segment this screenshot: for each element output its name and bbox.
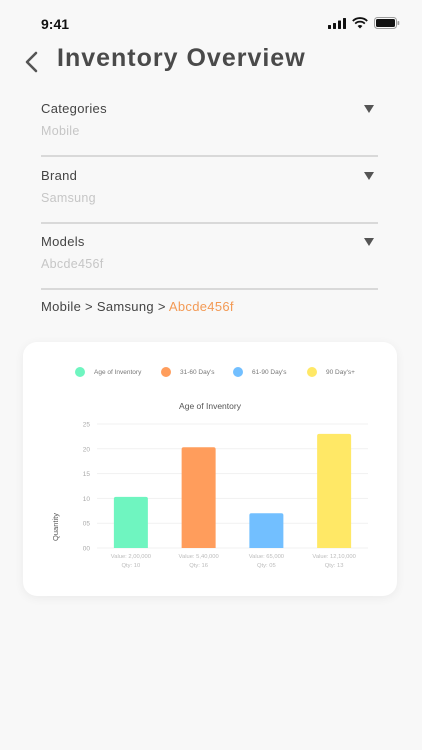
dropdown-arrow-icon: [364, 105, 374, 113]
y-tick-label: 05: [83, 521, 91, 528]
models-value: Abcde456f: [41, 257, 104, 271]
chart-card: Age of Inventory 31-60 Day's 61-90 Day's…: [23, 342, 397, 596]
models-label: Models: [41, 234, 85, 249]
status-time: 9:41: [41, 16, 70, 32]
bar-value-label: Value: 12,10,000: [312, 554, 355, 560]
bar[interactable]: [317, 433, 352, 548]
brand-dropdown[interactable]: Brand Samsung: [41, 168, 378, 224]
categories-label: Categories: [41, 101, 107, 116]
breadcrumb-separator: >: [85, 299, 93, 314]
header: Inventory Overview: [0, 40, 422, 84]
cellular-signal-icon: [328, 17, 346, 29]
back-button[interactable]: [20, 46, 48, 78]
breadcrumb: Mobile > Samsung > Abcde456f: [41, 299, 234, 314]
y-tick-label: 10: [83, 496, 91, 503]
y-tick-label: 20: [83, 446, 91, 453]
dropdown-arrow-icon: [364, 238, 374, 246]
breadcrumb-item-mobile[interactable]: Mobile: [41, 299, 81, 314]
bar-value-label: Value: 5,40,000: [179, 554, 219, 560]
status-bar: 9:41: [0, 0, 422, 44]
breadcrumb-separator: >: [157, 299, 166, 314]
bar-qty-label: Qty: 10: [122, 563, 141, 569]
breadcrumb-item-samsung[interactable]: Samsung: [97, 299, 154, 314]
bar-value-label: Value: 65,000: [249, 554, 284, 560]
bar-qty-label: Qty: 13: [325, 563, 344, 569]
bar[interactable]: [249, 513, 284, 548]
bar-value-label: Value: 2,00,000: [111, 554, 151, 560]
bar[interactable]: [181, 447, 216, 548]
breadcrumb-item-active[interactable]: Abcde456f: [169, 299, 234, 314]
y-tick-label: 00: [83, 546, 91, 553]
bar-chart: Age of Inventory Quantity 00 05 10 15 20 25 Va…: [51, 401, 368, 569]
chart-title: Age of Inventory: [179, 401, 242, 411]
bar-qty-label: Qty: 05: [257, 563, 276, 569]
chevron-left-icon: [25, 51, 38, 73]
page-title: Inventory Overview: [57, 44, 306, 72]
categories-dropdown[interactable]: Categories Mobile: [41, 101, 378, 157]
models-dropdown[interactable]: Models Abcde456f: [41, 234, 378, 290]
categories-value: Mobile: [41, 124, 80, 138]
battery-icon: [374, 17, 400, 29]
y-tick-label: 25: [83, 422, 91, 429]
brand-value: Samsung: [41, 191, 96, 205]
y-axis-label: Quantity: [51, 513, 60, 541]
bar-qty-label: Qty: 16: [189, 563, 208, 569]
wifi-icon: [352, 17, 368, 29]
status-icons: [328, 17, 400, 29]
brand-label: Brand: [41, 168, 78, 183]
bar[interactable]: [113, 496, 148, 548]
y-tick-label: 15: [83, 471, 91, 478]
dropdown-arrow-icon: [364, 172, 374, 180]
